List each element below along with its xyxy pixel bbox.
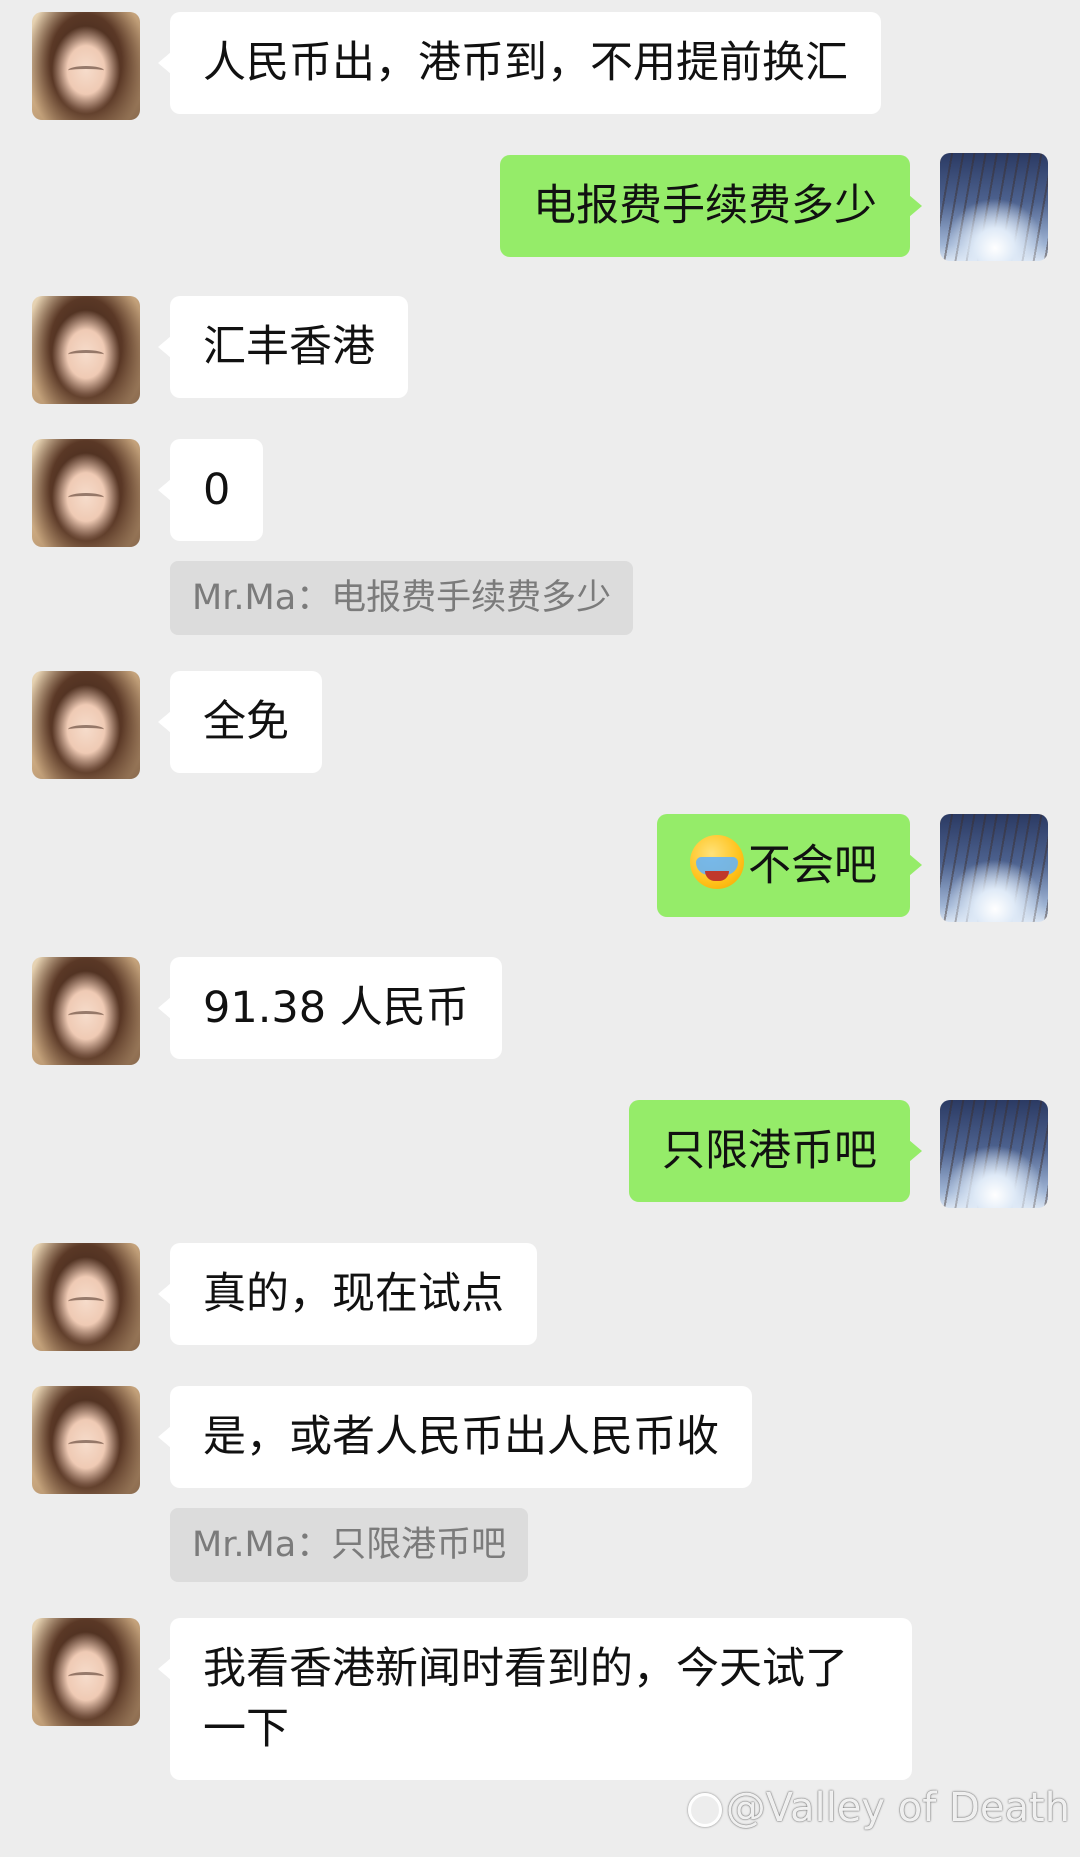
contact-avatar[interactable] xyxy=(32,1618,140,1726)
quoted-reply[interactable]: Mr.Ma：电报费手续费多少 xyxy=(170,561,634,635)
watermark-text: @Valley of Death xyxy=(725,1785,1070,1831)
incoming-message[interactable]: 全免 xyxy=(158,671,322,773)
contact-avatar[interactable] xyxy=(32,1386,140,1494)
zhihu-logo-icon xyxy=(687,1793,722,1827)
contact-avatar[interactable] xyxy=(32,439,140,547)
my-avatar[interactable] xyxy=(940,1100,1048,1208)
incoming-message[interactable]: 是，或者人民币出人民币收 xyxy=(158,1386,752,1488)
facepalm-crying-emoji xyxy=(690,835,744,889)
contact-avatar[interactable] xyxy=(32,1243,140,1351)
outgoing-message[interactable]: 不会吧 xyxy=(657,814,922,917)
outgoing-message[interactable]: 电报费手续费多少 xyxy=(500,155,922,257)
incoming-message[interactable]: 0 xyxy=(157,439,264,541)
contact-avatar[interactable] xyxy=(32,12,140,120)
my-avatar[interactable] xyxy=(940,814,1048,922)
incoming-message[interactable]: 真的，现在试点 xyxy=(158,1243,537,1345)
quoted-reply[interactable]: Mr.Ma：只限港币吧 xyxy=(170,1508,529,1582)
incoming-message[interactable]: 汇丰香港 xyxy=(158,296,408,398)
contact-avatar[interactable] xyxy=(32,671,140,779)
outgoing-message[interactable]: 只限港币吧 xyxy=(629,1100,922,1202)
my-avatar[interactable] xyxy=(940,153,1048,261)
incoming-message[interactable]: 我看香港新闻时看到的，今天试了一下 xyxy=(158,1618,912,1780)
contact-avatar[interactable] xyxy=(32,957,140,1065)
contact-avatar[interactable] xyxy=(32,296,140,404)
incoming-message[interactable]: 91.38 人民币 xyxy=(158,957,502,1059)
message-text: 不会吧 xyxy=(748,841,877,891)
incoming-message[interactable]: 人民币出，港币到，不用提前换汇 xyxy=(158,12,881,114)
chat-history[interactable]: 人民币出，港币到，不用提前换汇 电报费手续费多少 汇丰香港 0 Mr.Ma：电报… xyxy=(0,0,1080,1857)
watermark: @Valley of Death xyxy=(687,1785,1070,1831)
